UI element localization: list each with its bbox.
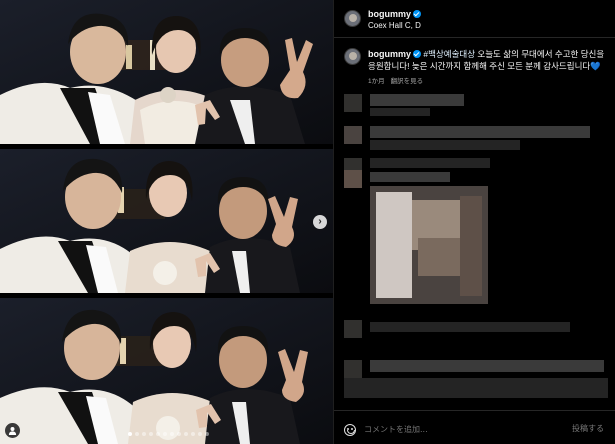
user-tag-icon: [8, 426, 17, 435]
blue-heart-emoji: 💙: [590, 61, 601, 71]
blurred-comment: [370, 322, 570, 332]
carousel-dot: [149, 432, 153, 436]
verified-badge-icon: [413, 10, 422, 18]
username-link[interactable]: bogummy: [368, 49, 422, 59]
username-link[interactable]: bogummy: [368, 9, 422, 19]
carousel-next-button[interactable]: ›: [313, 215, 327, 229]
caption-meta: 1か月 翻訳を見る: [368, 75, 423, 85]
post-media[interactable]: ›: [0, 0, 333, 444]
carousel-dot: [198, 432, 202, 436]
caption-text: bogummy #백상예술대상 오늘도 삶의 무대에서 수고한 당신을 응원합니…: [368, 48, 608, 72]
blurred-comment: [370, 140, 520, 150]
post-header: bogummy Coex Hall C, D: [334, 0, 615, 38]
blurred-avatar: [344, 126, 362, 144]
carousel-dot: [156, 432, 160, 436]
carousel-dot: [170, 432, 174, 436]
translate-link[interactable]: 翻訳を見る: [391, 78, 424, 85]
photo-frame: [0, 0, 333, 144]
comment-input[interactable]: [364, 422, 554, 436]
post-comment-button[interactable]: 投稿する: [572, 423, 604, 434]
group-photo: [0, 298, 333, 444]
emoji-icon[interactable]: [344, 424, 356, 436]
carousel-dot: [142, 432, 146, 436]
blurred-image-comment: [418, 238, 460, 276]
hashtag-link[interactable]: #백상예술대상: [423, 49, 475, 59]
comment-composer: 投稿する: [334, 410, 615, 444]
location-link[interactable]: Coex Hall C, D: [368, 21, 421, 30]
blurred-comment: [370, 126, 590, 138]
carousel-dot: [184, 432, 188, 436]
blurred-avatar: [344, 170, 362, 188]
blurred-avatar: [344, 320, 362, 338]
blurred-avatar: [344, 360, 362, 378]
user-tag-button[interactable]: [5, 423, 20, 438]
carousel-indicator: [128, 432, 209, 436]
carousel-dot: [163, 432, 167, 436]
blurred-comment: [370, 158, 490, 168]
avatar[interactable]: [344, 48, 361, 65]
blurred-avatar: [344, 94, 362, 112]
carousel-dot: [135, 432, 139, 436]
timestamp: 1か月: [368, 78, 385, 85]
blurred-image-comment: [460, 196, 482, 296]
blurred-comment: [370, 360, 604, 372]
blurred-comment: [370, 108, 430, 116]
blurred-actions: [344, 378, 608, 398]
blurred-comment: [370, 94, 464, 106]
photo-frame: [0, 149, 333, 293]
carousel-dot: [191, 432, 195, 436]
post-side-panel: bogummy Coex Hall C, D bogummy #백상예술대상 오…: [333, 0, 615, 444]
photo-frame: [0, 298, 333, 444]
verified-badge-icon: [413, 50, 422, 58]
group-photo: [0, 0, 333, 144]
carousel-dot: [128, 432, 132, 436]
blurred-comment: [370, 172, 450, 182]
blurred-image-comment: [376, 192, 412, 298]
username-text: bogummy: [368, 9, 412, 19]
carousel-dot: [177, 432, 181, 436]
avatar[interactable]: [344, 10, 361, 27]
group-photo: [0, 149, 333, 293]
carousel-dot: [205, 432, 209, 436]
chevron-right-icon: ›: [318, 216, 322, 227]
username-text: bogummy: [368, 49, 412, 59]
comments-list-blurred: [334, 88, 615, 408]
